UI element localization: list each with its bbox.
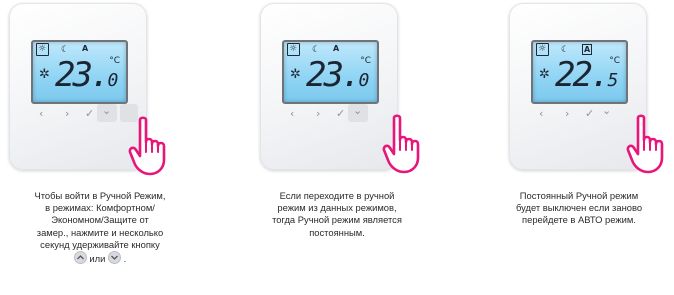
temperature-integer: 23 xyxy=(306,55,344,95)
pointing-hand-icon xyxy=(626,114,664,174)
gear-icon: ✲ xyxy=(290,67,301,82)
caption-line: секунд удерживайте кнопку xyxy=(40,238,160,250)
confirm-button-icon[interactable]: ✓ xyxy=(336,107,345,120)
step-1: ☼ ☾ A ✲ 23.0 °C ‹ › ✓ ⌄ Чтобы войти в Ру… xyxy=(0,0,200,295)
down-button-icon[interactable]: ⌄ xyxy=(353,104,362,117)
temperature-integer: 22 xyxy=(555,55,593,95)
up-button-icon xyxy=(73,251,87,265)
step-1-caption: Чтобы войти в Ручной Режим, в режимах: К… xyxy=(0,190,200,265)
caption-line: режим из данных режимов, xyxy=(277,202,397,214)
lcd-display: ☼ ☾ A ✲ 23.0 °C xyxy=(282,40,379,104)
right-button-icon[interactable]: › xyxy=(565,107,569,120)
down-button-icon[interactable]: ⌄ xyxy=(602,104,611,117)
pointing-hand-icon xyxy=(128,116,166,176)
caption-line: замер., нажмите и несколько xyxy=(36,226,164,238)
right-button-icon[interactable]: › xyxy=(65,107,69,120)
step-3: ☼ ☾ A ✲ 22.5 °C ‹ › ✓ ⌄ Постоянный Ручно… xyxy=(474,0,674,295)
right-button-icon[interactable]: › xyxy=(316,107,320,120)
confirm-button-icon[interactable]: ✓ xyxy=(585,107,594,120)
step-3-caption: Постоянный Ручной режим будет выключен е… xyxy=(486,190,672,227)
button-row: ‹ › ✓ ⌄ xyxy=(25,104,138,123)
thermostat-device: ☼ ☾ A ✲ 23.0 °C ‹ › ✓ ⌄ xyxy=(260,3,398,170)
thermostat-device: ☼ ☾ A ✲ 23.0 °C ‹ › ✓ ⌄ xyxy=(9,3,147,170)
step-2: ☼ ☾ A ✲ 23.0 °C ‹ › ✓ ⌄ Если переходите … xyxy=(237,0,437,295)
button-row: ‹ › ✓ ⌄ xyxy=(276,104,384,123)
auto-mode-icon: A xyxy=(582,44,593,55)
down-button-icon xyxy=(107,251,121,265)
caption-line: Чтобы войти в Ручной Режим, xyxy=(34,190,166,201)
temperature-unit: °C xyxy=(609,56,620,66)
gear-icon: ✲ xyxy=(39,67,50,82)
temperature-decimal: 5 xyxy=(607,70,619,91)
temperature-integer: 23 xyxy=(55,55,93,95)
left-button-icon[interactable]: ‹ xyxy=(290,107,294,120)
caption-end-text: . xyxy=(123,253,127,265)
auto-mode-icon: A xyxy=(333,44,340,53)
confirm-button-icon[interactable]: ✓ xyxy=(85,107,94,120)
left-button-icon[interactable]: ‹ xyxy=(539,107,543,120)
pointing-hand-icon xyxy=(382,114,420,174)
caption-line: Если переходите в ручной xyxy=(279,190,395,201)
moon-icon: ☾ xyxy=(561,45,570,55)
sun-icon: ☼ xyxy=(286,43,301,56)
temperature-decimal: 0 xyxy=(358,70,370,91)
caption-line: тогда Ручной режим является xyxy=(272,214,402,226)
left-button-icon[interactable]: ‹ xyxy=(39,107,43,120)
gear-icon: ✲ xyxy=(539,67,550,82)
caption-line: будет выключен если заново xyxy=(515,202,643,214)
step-2-caption: Если переходите в ручной режим из данных… xyxy=(237,190,437,239)
caption-line: перейдете в АВТО режим. xyxy=(522,214,636,226)
lcd-display: ☼ ☾ A ✲ 22.5 °C xyxy=(531,40,628,104)
temperature-unit: °C xyxy=(109,56,120,66)
caption-line-buttons: или . xyxy=(0,251,200,265)
caption-line: Экономном/Защите от xyxy=(51,214,149,226)
moon-icon: ☾ xyxy=(61,45,70,55)
caption-line: Постоянный Ручной режим xyxy=(519,190,639,201)
lcd-display: ☼ ☾ A ✲ 23.0 °C xyxy=(31,40,128,104)
temperature-unit: °C xyxy=(360,56,371,66)
sun-icon: ☼ xyxy=(535,43,550,56)
auto-mode-icon: A xyxy=(82,44,89,53)
temperature-decimal: 0 xyxy=(107,70,119,91)
caption-line: в режимах: Комфортном/ xyxy=(45,202,155,214)
button-row: ‹ › ✓ ⌄ xyxy=(525,104,633,123)
caption-line: постоянным. xyxy=(309,226,365,238)
sun-icon: ☼ xyxy=(35,43,50,56)
down-button-icon[interactable]: ⌄ xyxy=(102,104,111,117)
moon-icon: ☾ xyxy=(312,45,321,55)
or-text: или xyxy=(89,253,106,265)
